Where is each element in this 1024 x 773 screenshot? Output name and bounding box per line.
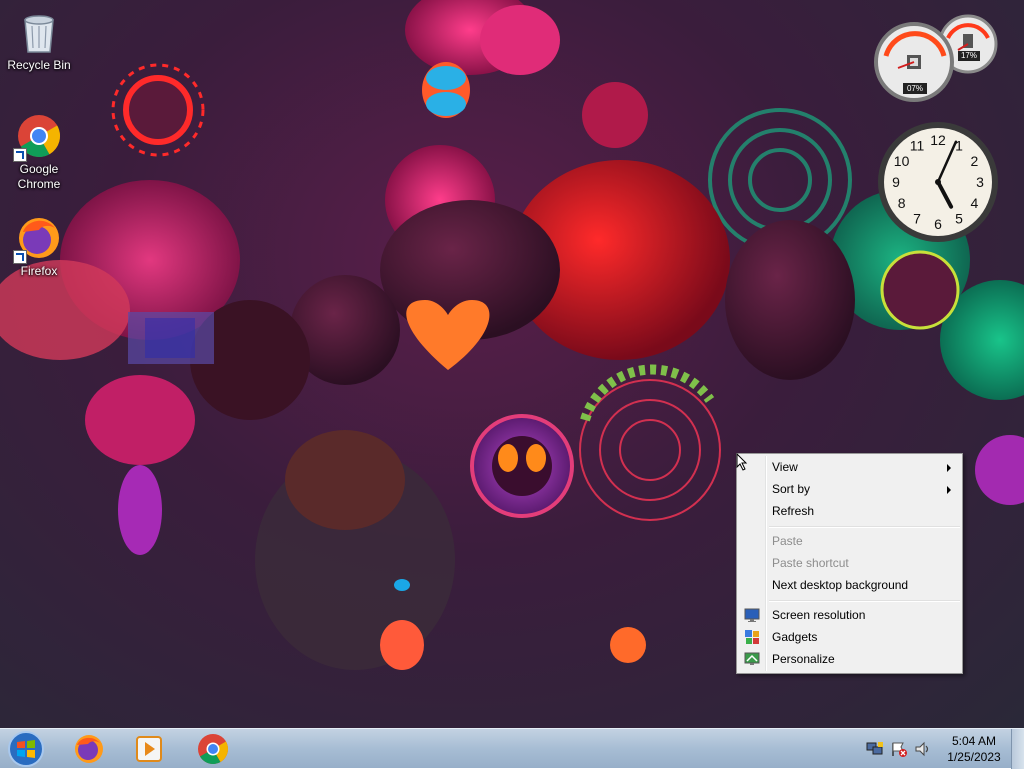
menu-item-label: Screen resolution: [772, 608, 866, 622]
cpu-percentage: 07%: [903, 83, 927, 94]
windows-logo-icon: [8, 731, 44, 767]
speaker-icon[interactable]: [914, 741, 932, 757]
clock-gadget[interactable]: 1 2 3 4 5 6 7 8 9 10 11 12: [876, 120, 1000, 244]
menu-item-personalize[interactable]: Personalize: [739, 648, 960, 670]
action-center-flag-icon[interactable]: [890, 741, 908, 757]
clock-numeral: 3: [976, 174, 984, 190]
mouse-cursor-icon: [736, 453, 748, 471]
taskbar-clock[interactable]: 5:04 AM 1/25/2023: [936, 733, 1012, 765]
menu-item-label: Paste: [772, 534, 803, 548]
desktop-icon-google-chrome[interactable]: Google Chrome: [1, 112, 77, 192]
clock-numeral: 7: [913, 210, 921, 226]
cpu-meter-dials: [874, 14, 998, 102]
desktop-icon-recycle-bin[interactable]: Recycle Bin: [1, 8, 77, 73]
chrome-icon: [13, 112, 63, 162]
clock-numeral: 5: [955, 210, 963, 226]
desktop-icon-firefox[interactable]: Firefox: [1, 214, 77, 279]
menu-item-label: View: [772, 460, 798, 474]
menu-item-view[interactable]: View: [739, 456, 960, 478]
clock-numeral: 11: [910, 138, 925, 154]
clock-numeral: 6: [934, 216, 942, 232]
menu-item-next-desktop-background[interactable]: Next desktop background: [739, 574, 960, 596]
menu-item-label: Paste shortcut: [772, 556, 849, 570]
shortcut-arrow-icon: [13, 148, 27, 162]
desktop-icon-label: Google Chrome: [17, 162, 61, 191]
menu-separator: [769, 600, 960, 602]
clock-numeral: 8: [898, 195, 906, 211]
taskbar: 5:04 AM 1/25/2023: [0, 728, 1024, 769]
clock-numeral: 1: [955, 138, 963, 154]
menu-item-gadgets[interactable]: Gadgets: [739, 626, 960, 648]
desktop-icon-label: Firefox: [20, 264, 58, 278]
desktop-icon-label: Recycle Bin: [7, 58, 71, 72]
menu-item-paste[interactable]: Paste: [739, 530, 960, 552]
menu-item-label: Sort by: [772, 482, 811, 496]
desktop[interactable]: Recycle Bin Google Chrome Firefox 07% 17…: [0, 0, 1024, 728]
recycle-bin-icon: [15, 8, 63, 56]
submenu-arrow-icon: [947, 486, 951, 494]
clock-numeral: 9: [892, 174, 900, 190]
clock-numeral: 10: [894, 153, 910, 169]
clock-date: 1/25/2023: [947, 750, 1001, 764]
memory-percentage: 17%: [958, 51, 980, 61]
menu-item-paste-shortcut[interactable]: Paste shortcut: [739, 552, 960, 574]
menu-item-label: Personalize: [772, 652, 835, 666]
menu-item-screen-resolution[interactable]: Screen resolution: [739, 604, 960, 626]
clock-numeral: 12: [930, 132, 946, 148]
menu-item-refresh[interactable]: Refresh: [739, 500, 960, 522]
submenu-arrow-icon: [947, 464, 951, 472]
shortcut-arrow-icon: [13, 250, 27, 264]
personalize-icon: [744, 652, 760, 665]
firefox-icon: [75, 735, 103, 763]
cpu-meter-gadget[interactable]: 07% 17%: [870, 10, 1000, 102]
menu-item-label: Gadgets: [772, 630, 818, 644]
monitor-icon: [744, 608, 760, 622]
menu-separator: [769, 526, 960, 528]
clock-time: 5:04 AM: [951, 734, 997, 748]
start-button[interactable]: [6, 730, 46, 768]
menu-item-sort-by[interactable]: Sort by: [739, 478, 960, 500]
media-player-icon: [136, 736, 162, 762]
network-icon[interactable]: [866, 741, 884, 757]
gadgets-icon: [745, 630, 759, 644]
firefox-icon: [13, 214, 63, 264]
clock-face: 1234567891011 12: [878, 122, 998, 242]
menu-item-label: Refresh: [772, 504, 815, 518]
taskbar-button-firefox[interactable]: [61, 731, 117, 767]
taskbar-button-chrome[interactable]: [185, 731, 241, 767]
clock-numeral: 4: [971, 195, 979, 211]
chrome-icon: [198, 734, 229, 765]
taskbar-button-media-player[interactable]: [121, 731, 177, 767]
clock-numeral: 2: [971, 153, 979, 169]
menu-item-label: Next desktop background: [772, 578, 909, 592]
desktop-context-menu: View Sort by Refresh Paste Paste shortcu…: [736, 453, 963, 674]
show-desktop-button[interactable]: [1011, 729, 1024, 769]
